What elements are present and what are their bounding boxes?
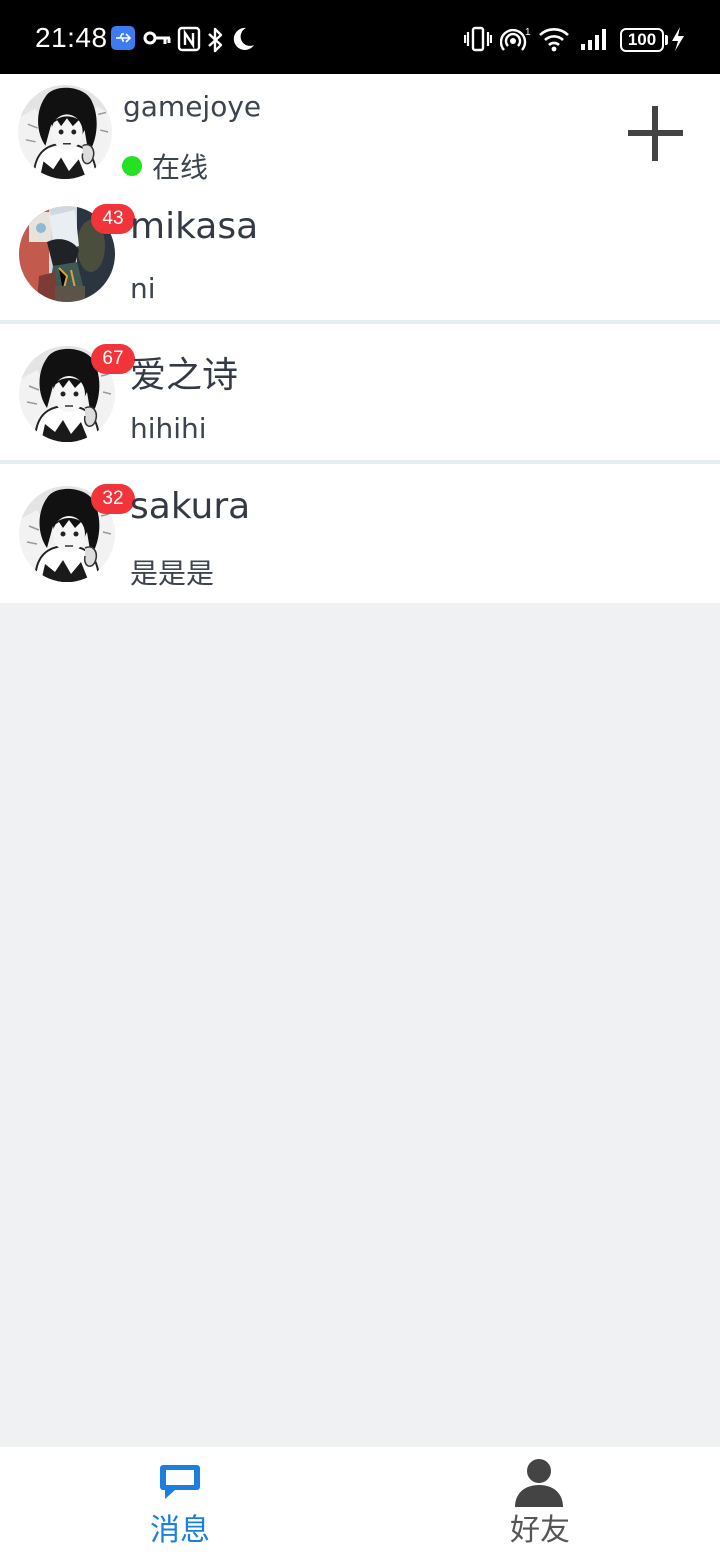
chat-item[interactable]: 43 mikasa ni bbox=[0, 184, 720, 324]
add-button[interactable] bbox=[620, 98, 690, 168]
nfc-icon bbox=[177, 26, 201, 52]
wifi-icon bbox=[539, 28, 569, 52]
battery-tip bbox=[665, 35, 668, 45]
status-bar: 21:48 1 100 bbox=[0, 0, 720, 74]
charging-icon bbox=[672, 27, 684, 51]
bluetooth-icon bbox=[208, 27, 223, 53]
signal-icon bbox=[581, 29, 606, 50]
tab-friends[interactable]: 好友 bbox=[360, 1447, 720, 1554]
chat-last-message: ni bbox=[130, 272, 156, 305]
profile-header: gamejoye 在线 bbox=[0, 74, 720, 184]
chat-list: 43 mikasa ni 67 爱之诗 hihihi 32 sakura 是是是 bbox=[0, 184, 720, 603]
unread-badge: 67 bbox=[91, 344, 135, 374]
tab-label: 消息 bbox=[150, 1513, 210, 1548]
person-icon bbox=[515, 1459, 563, 1507]
vpn-key-icon bbox=[143, 31, 171, 45]
chat-item[interactable]: 32 sakura 是是是 bbox=[0, 464, 720, 603]
battery-indicator: 100 bbox=[620, 28, 664, 52]
chat-name: 爱之诗 bbox=[130, 355, 239, 396]
usb-icon bbox=[111, 26, 135, 50]
online-status-text: 在线 bbox=[152, 151, 209, 184]
online-status-dot bbox=[122, 156, 142, 176]
status-time: 21:48 bbox=[35, 22, 108, 53]
user-avatar[interactable] bbox=[18, 85, 112, 179]
username: gamejoye bbox=[123, 90, 262, 123]
unread-badge: 43 bbox=[91, 204, 135, 234]
chat-name: mikasa bbox=[130, 206, 259, 247]
tab-messages[interactable]: 消息 bbox=[0, 1447, 360, 1554]
chat-last-message: hihihi bbox=[130, 412, 207, 445]
moon-icon bbox=[233, 27, 254, 50]
chat-last-message: 是是是 bbox=[130, 557, 215, 590]
message-icon bbox=[160, 1465, 200, 1499]
chat-name: sakura bbox=[130, 486, 251, 527]
chat-item[interactable]: 67 爱之诗 hihihi bbox=[0, 324, 720, 464]
unread-badge: 32 bbox=[91, 484, 135, 514]
tab-label: 好友 bbox=[510, 1513, 570, 1548]
svg-text:1: 1 bbox=[525, 27, 531, 38]
vibrate-icon bbox=[464, 26, 492, 52]
hotspot-icon: 1 bbox=[500, 27, 531, 51]
bottom-tab-bar: 消息 好友 bbox=[0, 1447, 720, 1554]
